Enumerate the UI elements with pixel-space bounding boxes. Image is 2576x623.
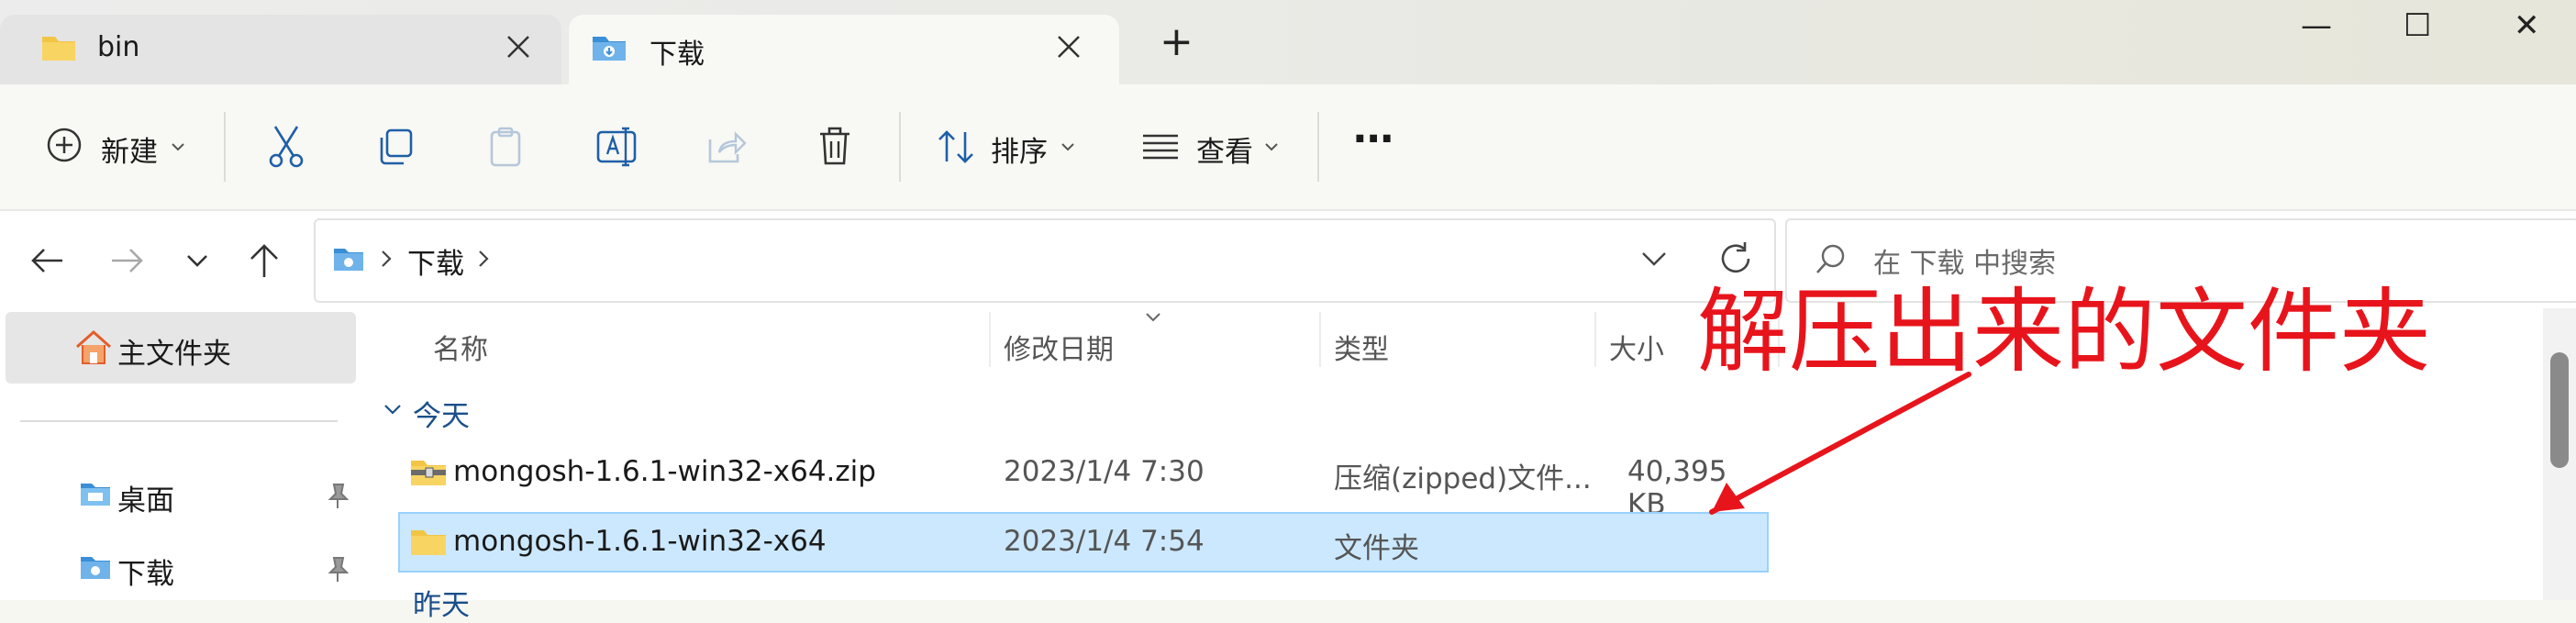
delete-icon[interactable] [816,125,853,169]
sidebar-item-downloads[interactable]: 下载 [6,541,356,598]
folder-icon [411,530,446,555]
sort-descending-chevron-icon [1146,313,1160,322]
desktop-folder-icon [81,484,110,506]
chevron-down-icon [172,143,184,151]
sort-button[interactable]: 排序 [932,121,1079,176]
sidebar-item-label: 桌面 [117,484,174,517]
column-divider[interactable] [1319,312,1321,367]
group-header-yesterday[interactable]: 昨天 [413,582,470,623]
new-label: 新建 [101,136,158,169]
group-collapse-chevron-icon[interactable] [383,404,402,417]
close-icon[interactable] [1057,35,1081,59]
new-button[interactable]: 新建 [42,121,198,176]
column-header-name[interactable]: 名称 [433,327,488,367]
downloads-folder-icon [593,37,626,61]
cut-icon[interactable] [266,125,306,169]
file-type: 文件夹 [1334,532,1419,565]
sidebar-item-label: 主文件夹 [117,338,231,371]
toolbar-separator [224,112,226,182]
address-bar[interactable]: 下载 [314,218,1776,303]
sort-label: 排序 [991,136,1048,169]
folder-icon [42,37,75,61]
chevron-down-icon [1265,143,1278,151]
list-view-icon [1143,134,1178,160]
toolbar-separator [899,112,901,182]
column-divider[interactable] [989,312,991,367]
chevron-right-icon [479,250,489,267]
close-icon[interactable] [506,35,530,59]
file-row[interactable]: mongosh-1.6.1-win32-x64.zip 2023/1/4 7:3… [398,442,1769,521]
view-button[interactable]: 查看 [1138,121,1284,176]
annotation-arrow [1709,372,1971,515]
up-arrow-icon[interactable] [246,242,283,279]
paste-icon[interactable] [486,125,527,169]
chevron-right-icon [382,250,392,267]
sidebar-item-desktop[interactable]: 桌面 [6,468,356,525]
tab-label: bin [97,31,140,63]
file-row-selected[interactable]: mongosh-1.6.1-win32-x64 2023/1/4 7:54 文件… [398,512,1769,573]
more-options-button[interactable]: ··· [1352,116,1394,162]
copy-icon[interactable] [376,127,416,167]
address-dropdown-chevron-icon[interactable] [1640,250,1668,268]
zip-folder-icon [411,461,446,485]
plus-circle-icon [47,128,82,162]
file-date: 2023/1/4 7:54 [1004,525,1205,558]
sidebar-divider [20,420,338,422]
sidebar-item-home[interactable]: 主文件夹 [6,312,356,384]
column-header-date[interactable]: 修改日期 [1004,327,1114,367]
maximize-button[interactable]: ☐ [2404,7,2431,44]
new-tab-button[interactable]: + [1160,18,1194,65]
recent-locations-chevron-icon[interactable] [185,251,209,270]
vertical-scrollbar[interactable] [2543,308,2576,600]
file-name: mongosh-1.6.1-win32-x64 [453,525,827,558]
column-header-type[interactable]: 类型 [1334,327,1389,367]
column-divider[interactable] [1594,312,1596,367]
rename-icon[interactable] [594,125,638,169]
scrollbar-thumb[interactable] [2550,352,2569,468]
back-arrow-icon[interactable] [29,244,66,277]
file-type: 压缩(zipped)文件... [1334,462,1592,495]
downloads-folder-icon [81,557,110,579]
share-icon[interactable] [706,127,749,167]
home-icon [76,329,111,364]
forward-arrow-icon[interactable] [108,244,145,277]
pin-icon[interactable] [325,481,350,510]
chevron-down-icon [1061,143,1074,151]
toolbar-separator [1317,112,1319,182]
tab-bin[interactable]: bin [0,15,561,84]
downloads-folder-icon [334,249,363,271]
minimize-button[interactable]: — [2301,7,2332,44]
breadcrumb-item[interactable]: 下载 [407,240,464,282]
view-label: 查看 [1196,136,1253,169]
tab-label: 下载 [650,39,705,71]
file-name: mongosh-1.6.1-win32-x64.zip [453,455,876,488]
pin-icon[interactable] [325,554,350,584]
sort-icon [938,130,973,163]
close-window-button[interactable]: ✕ [2514,7,2540,44]
sidebar-item-label: 下载 [117,558,174,591]
group-header-today[interactable]: 今天 [413,393,470,434]
file-date: 2023/1/4 7:30 [1004,455,1205,488]
tab-downloads[interactable]: 下载 [569,15,1119,84]
column-header-size[interactable]: 大小 [1609,327,1664,367]
